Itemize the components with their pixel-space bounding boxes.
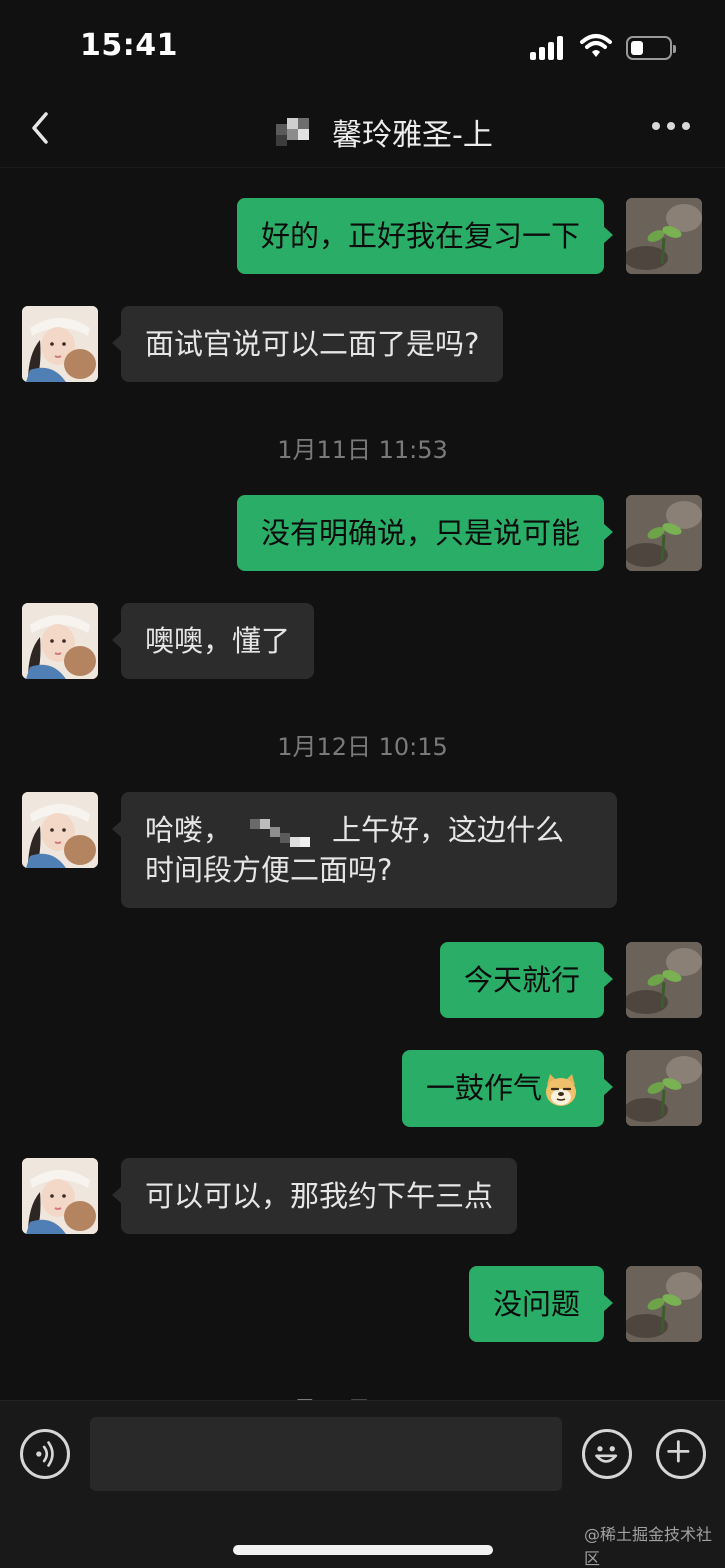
avatar-contact[interactable] <box>22 306 98 382</box>
avatar-self[interactable] <box>626 495 702 571</box>
message-text: 没有明确说，只是说可能 <box>260 516 580 550</box>
chat-title: 馨玲雅圣-上 <box>332 118 493 153</box>
avatar-contact[interactable] <box>22 603 98 679</box>
wifi-icon <box>580 34 612 57</box>
emoji-smile-icon[interactable] <box>582 1429 632 1479</box>
message-text: 可以可以，那我约下午三点 <box>145 1179 494 1213</box>
battery-fill <box>631 41 643 55</box>
redacted-mosaic <box>276 118 310 148</box>
message-bubble-incoming[interactable]: 噢噢，懂了 <box>111 603 315 679</box>
message-text: 好的，正好我在复习一下 <box>260 219 580 253</box>
message-text: 噢噢，懂了 <box>145 624 291 658</box>
message-text-prefix: 哈喽， <box>145 813 233 847</box>
battery-icon <box>626 36 676 60</box>
message-text: 今天就行 <box>463 963 580 997</box>
avatar-self[interactable] <box>626 198 702 274</box>
avatar-self[interactable] <box>626 942 702 1018</box>
message-bubble-outgoing[interactable]: 今天就行 <box>439 942 614 1018</box>
message-bubble-outgoing[interactable]: 好的，正好我在复习一下 <box>236 198 614 274</box>
chat-header: 馨玲雅圣-上 <box>0 96 725 168</box>
message-bubble-incoming[interactable]: 可以可以，那我约下午三点 <box>111 1158 518 1234</box>
message-text: 没问题 <box>492 1287 580 1321</box>
message-timestamp: 1月12日 10:15 <box>277 733 448 761</box>
avatar-contact[interactable] <box>22 1158 98 1234</box>
message-list[interactable]: 好的，正好我在复习一下 面试官说可以二面了是吗? 1月11日 11:53 没有明… <box>0 168 725 1400</box>
message-bubble-outgoing[interactable]: 没问题 <box>468 1266 614 1342</box>
avatar-self[interactable] <box>626 1050 702 1126</box>
message-bubble-outgoing[interactable]: 没有明确说，只是说可能 <box>236 495 614 571</box>
watermark-text: @稀土掘金技术社区 <box>584 1525 713 1568</box>
message-bubble-incoming[interactable]: 哈喽， 上午好，这边什么时间段方便二面吗? <box>112 792 617 908</box>
avatar-self[interactable] <box>626 1266 702 1342</box>
doge-emoji-icon <box>546 1074 576 1106</box>
message-timestamp: 1月11日 11:53 <box>277 436 448 464</box>
home-indicator[interactable] <box>233 1545 493 1555</box>
status-bar: 15:41 <box>0 0 725 96</box>
avatar-contact[interactable] <box>22 792 98 868</box>
more-horizontal-icon[interactable] <box>652 122 692 134</box>
message-timestamp: 1月12日 10:21 <box>0 1390 725 1400</box>
status-time: 15:41 <box>80 28 178 63</box>
input-bar: @稀土掘金技术社区 <box>0 1400 725 1568</box>
voice-input-icon[interactable] <box>20 1429 70 1479</box>
cellular-signal-icon <box>530 36 564 60</box>
message-text: 面试官说可以二面了是吗? <box>145 327 480 361</box>
chevron-left-icon[interactable] <box>22 106 62 150</box>
message-text: 一鼓作气 <box>425 1071 542 1105</box>
redacted-mosaic <box>250 815 314 849</box>
plus-circle-icon[interactable] <box>656 1429 706 1479</box>
message-bubble-outgoing[interactable]: 一鼓作气 <box>401 1050 614 1127</box>
message-input[interactable] <box>90 1417 562 1491</box>
message-bubble-incoming[interactable]: 面试官说可以二面了是吗? <box>111 306 504 382</box>
